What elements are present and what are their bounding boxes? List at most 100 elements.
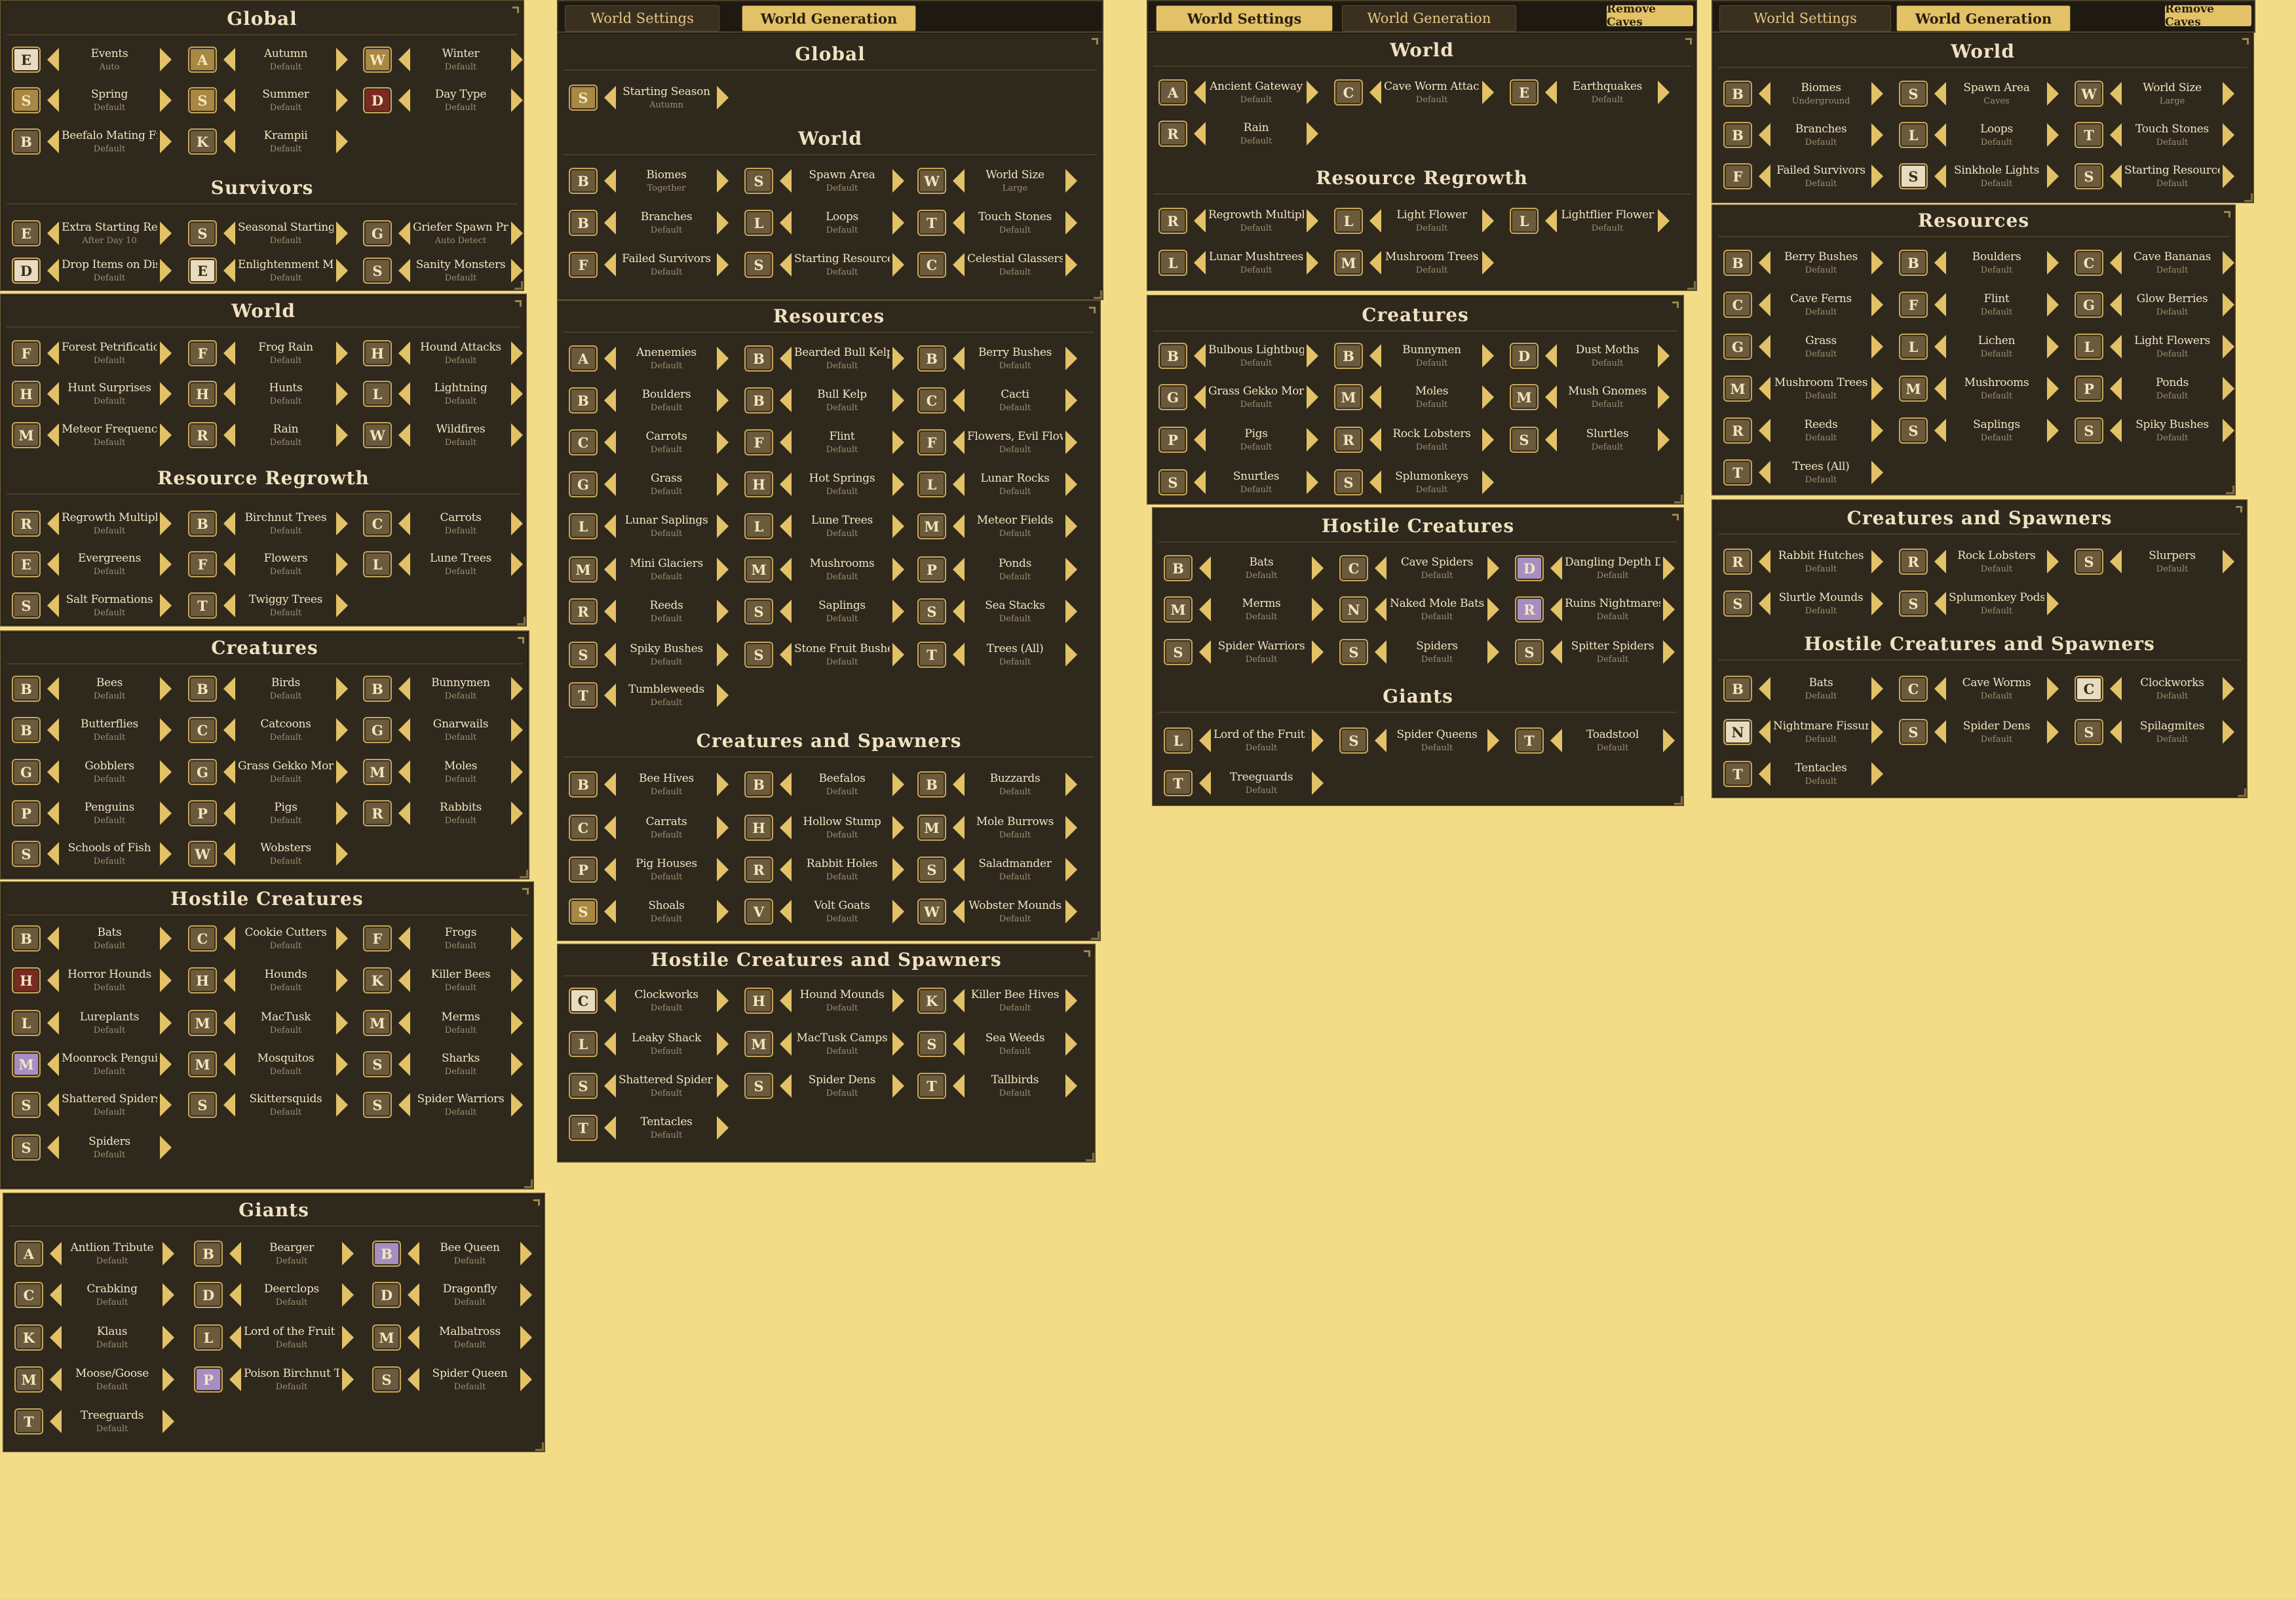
next-option-arrow[interactable] [1871,419,1883,442]
next-option-arrow[interactable] [160,222,172,245]
next-option-arrow[interactable] [160,969,172,992]
scroll-indicator[interactable] [1685,38,1692,45]
prev-option-arrow[interactable] [1934,123,1946,147]
next-option-arrow[interactable] [717,431,729,454]
prev-option-arrow[interactable] [1194,385,1206,409]
next-option-arrow[interactable] [892,816,904,839]
prev-option-arrow[interactable] [780,253,792,277]
next-option-arrow[interactable] [511,1011,523,1035]
prev-option-arrow[interactable] [229,1242,241,1265]
next-option-arrow[interactable] [160,48,172,71]
next-option-arrow[interactable] [1482,209,1494,233]
next-option-arrow[interactable] [2223,293,2234,317]
prev-option-arrow[interactable] [398,259,410,282]
next-option-arrow[interactable] [511,760,523,784]
next-option-arrow[interactable] [1065,431,1077,454]
next-option-arrow[interactable] [336,677,348,701]
prev-option-arrow[interactable] [50,1283,62,1307]
next-option-arrow[interactable] [520,1283,532,1307]
prev-option-arrow[interactable] [50,1368,62,1391]
tab-world-generation[interactable]: World Generation [1896,5,2071,31]
prev-option-arrow[interactable] [1934,720,1946,744]
prev-option-arrow[interactable] [1934,82,1946,106]
prev-option-arrow[interactable] [780,773,792,796]
prev-option-arrow[interactable] [2110,82,2122,106]
next-option-arrow[interactable] [336,48,348,71]
prev-option-arrow[interactable] [398,801,410,825]
prev-option-arrow[interactable] [1934,164,1946,188]
next-option-arrow[interactable] [1487,556,1499,580]
prev-option-arrow[interactable] [604,514,616,538]
next-option-arrow[interactable] [2223,251,2234,275]
next-option-arrow[interactable] [1871,677,1883,701]
next-option-arrow[interactable] [1871,82,1883,106]
prev-option-arrow[interactable] [953,1074,965,1098]
next-option-arrow[interactable] [2047,293,2059,317]
next-option-arrow[interactable] [2223,82,2234,106]
next-option-arrow[interactable] [163,1326,174,1349]
next-option-arrow[interactable] [892,1074,904,1098]
next-option-arrow[interactable] [1307,209,1318,233]
prev-option-arrow[interactable] [2110,335,2122,358]
next-option-arrow[interactable] [1871,377,1883,400]
prev-option-arrow[interactable] [780,389,792,412]
next-option-arrow[interactable] [1482,251,1494,275]
next-option-arrow[interactable] [2047,251,2059,275]
prev-option-arrow[interactable] [953,989,965,1012]
next-option-arrow[interactable] [160,927,172,950]
tab-world-settings[interactable]: World Settings [565,5,719,31]
prev-option-arrow[interactable] [223,1011,235,1035]
prev-option-arrow[interactable] [953,514,965,538]
next-option-arrow[interactable] [163,1410,174,1433]
prev-option-arrow[interactable] [1550,729,1562,752]
prev-option-arrow[interactable] [2110,251,2122,275]
prev-option-arrow[interactable] [1759,293,1770,317]
prev-option-arrow[interactable] [398,341,410,365]
prev-option-arrow[interactable] [953,472,965,496]
prev-option-arrow[interactable] [408,1368,419,1391]
next-option-arrow[interactable] [1312,640,1324,664]
prev-option-arrow[interactable] [604,773,616,796]
prev-option-arrow[interactable] [223,760,235,784]
next-option-arrow[interactable] [160,423,172,447]
next-option-arrow[interactable] [160,1052,172,1076]
next-option-arrow[interactable] [1663,556,1675,580]
prev-option-arrow[interactable] [47,1093,59,1117]
prev-option-arrow[interactable] [604,169,616,193]
scroll-indicator[interactable] [522,888,529,895]
prev-option-arrow[interactable] [780,558,792,581]
next-option-arrow[interactable] [1658,428,1670,452]
prev-option-arrow[interactable] [1375,729,1387,752]
prev-option-arrow[interactable] [1375,598,1387,621]
prev-option-arrow[interactable] [47,259,59,282]
prev-option-arrow[interactable] [1369,344,1381,368]
next-option-arrow[interactable] [160,88,172,112]
prev-option-arrow[interactable] [223,130,235,153]
tab-world-settings[interactable]: World Settings [1156,5,1333,31]
prev-option-arrow[interactable] [1550,556,1562,580]
prev-option-arrow[interactable] [47,801,59,825]
prev-option-arrow[interactable] [47,969,59,992]
prev-option-arrow[interactable] [1759,592,1770,615]
next-option-arrow[interactable] [511,1052,523,1076]
prev-option-arrow[interactable] [1369,251,1381,275]
next-option-arrow[interactable] [1065,389,1077,412]
next-option-arrow[interactable] [336,130,348,153]
next-option-arrow[interactable] [336,594,348,617]
prev-option-arrow[interactable] [953,431,965,454]
next-option-arrow[interactable] [892,643,904,666]
prev-option-arrow[interactable] [1759,762,1770,786]
next-option-arrow[interactable] [1871,251,1883,275]
next-option-arrow[interactable] [1482,81,1494,104]
prev-option-arrow[interactable] [47,382,59,406]
prev-option-arrow[interactable] [398,1093,410,1117]
prev-option-arrow[interactable] [398,1052,410,1076]
prev-option-arrow[interactable] [604,1074,616,1098]
next-option-arrow[interactable] [1482,471,1494,494]
next-option-arrow[interactable] [511,1093,523,1117]
prev-option-arrow[interactable] [47,512,59,535]
next-option-arrow[interactable] [511,718,523,742]
prev-option-arrow[interactable] [1934,419,1946,442]
next-option-arrow[interactable] [717,86,729,109]
next-option-arrow[interactable] [160,718,172,742]
